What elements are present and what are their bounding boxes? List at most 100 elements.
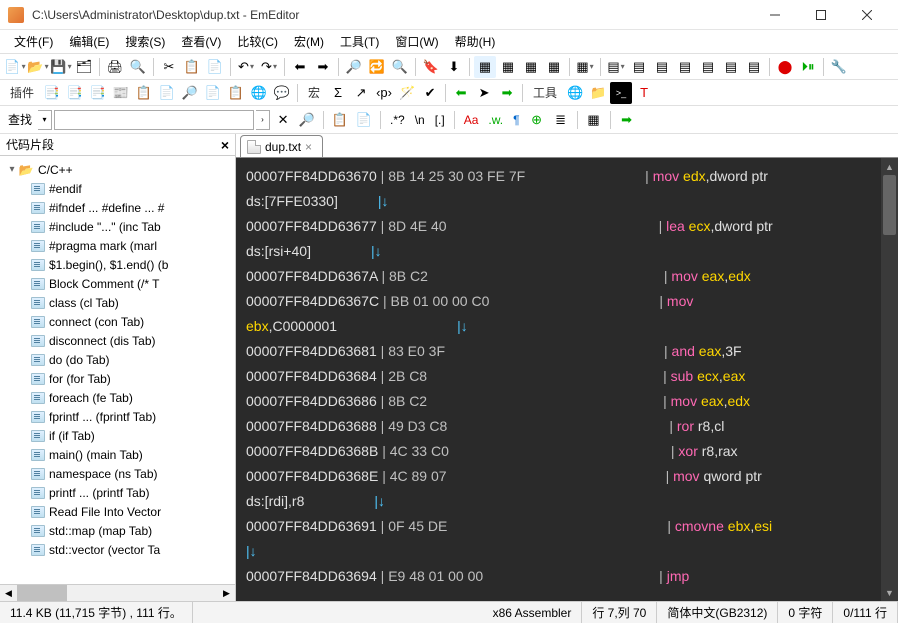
- snippet-item[interactable]: fprintf ... (fprintf Tab): [2, 407, 233, 426]
- tab-dup-txt[interactable]: dup.txt ×: [240, 135, 323, 157]
- menu-file[interactable]: 文件(F): [6, 31, 61, 52]
- find-input[interactable]: [54, 110, 254, 130]
- browser-button[interactable]: 🌐: [564, 82, 586, 104]
- plugin-6-button[interactable]: 📄: [156, 82, 178, 104]
- snippet-item[interactable]: $1.begin(), $1.end() (b: [2, 255, 233, 274]
- filter-6-button[interactable]: ▤: [720, 56, 742, 78]
- snippet-item[interactable]: #endif: [2, 179, 233, 198]
- print-preview-button[interactable]: 🔍: [127, 56, 149, 78]
- find-target-button[interactable]: ⊕: [526, 109, 548, 131]
- scroll-down-button[interactable]: ▼: [881, 584, 898, 601]
- macro-wand-button[interactable]: 🪄: [396, 82, 418, 104]
- scroll-left-button[interactable]: ◀: [0, 585, 17, 602]
- snippet-item[interactable]: foreach (fe Tab): [2, 388, 233, 407]
- find-list-button[interactable]: 📄: [353, 109, 375, 131]
- maximize-button[interactable]: [798, 0, 844, 30]
- bookmark-next-button[interactable]: ⬇: [443, 56, 465, 78]
- save-all-button[interactable]: 🗂: [73, 56, 95, 78]
- snippet-item[interactable]: connect (con Tab): [2, 312, 233, 331]
- snippet-item[interactable]: class (cl Tab): [2, 293, 233, 312]
- view-4-button[interactable]: ▦: [543, 56, 565, 78]
- tools-button[interactable]: 🔧: [828, 56, 850, 78]
- open-file-button[interactable]: 📂: [27, 56, 49, 78]
- snippet-item[interactable]: if (if Tab): [2, 426, 233, 445]
- folder-button[interactable]: 📁: [587, 82, 609, 104]
- find-go-button[interactable]: ➡: [616, 109, 638, 131]
- macro-check-button[interactable]: ✔: [419, 82, 441, 104]
- view-1-button[interactable]: ▦: [474, 56, 496, 78]
- menu-view[interactable]: 查看(V): [173, 31, 229, 52]
- menu-tools[interactable]: 工具(T): [332, 31, 387, 52]
- scroll-right-button[interactable]: ▶: [218, 585, 235, 602]
- status-lang[interactable]: x86 Assembler: [483, 602, 583, 623]
- redo-button[interactable]: ↷: [258, 56, 280, 78]
- plugin-8-button[interactable]: 📄: [202, 82, 224, 104]
- record-macro-button[interactable]: ⬤: [774, 56, 796, 78]
- snippet-item[interactable]: Read File Into Vector: [2, 502, 233, 521]
- snippet-item[interactable]: main() (main Tab): [2, 445, 233, 464]
- tab-close-icon[interactable]: ×: [305, 140, 312, 154]
- macro-back-button[interactable]: ⬅: [450, 82, 472, 104]
- expand-icon[interactable]: ▾: [6, 164, 18, 175]
- snippets-tree[interactable]: ▾ 📂 C/C++ #endif#ifndef ... #define ... …: [0, 156, 235, 584]
- plugin-9-button[interactable]: 📋: [225, 82, 247, 104]
- editor-scrollbar[interactable]: ▲ ▼: [881, 158, 898, 601]
- forward-button[interactable]: ➡: [312, 56, 334, 78]
- find-copy-button[interactable]: 📋: [329, 109, 351, 131]
- find-newline-button[interactable]: \n: [411, 113, 429, 127]
- plugin-1-button[interactable]: 📑: [41, 82, 63, 104]
- macro-cursor-button[interactable]: ➤: [473, 82, 495, 104]
- snippet-item[interactable]: #pragma mark (marl: [2, 236, 233, 255]
- find-bracket-button[interactable]: [.]: [431, 113, 449, 127]
- close-button[interactable]: [844, 0, 890, 30]
- filter-button[interactable]: ▤: [605, 56, 627, 78]
- menu-help[interactable]: 帮助(H): [447, 31, 504, 52]
- find-lines-button[interactable]: ≣: [550, 109, 572, 131]
- cut-button[interactable]: ✂: [158, 56, 180, 78]
- macro-arrow-button[interactable]: ↗: [350, 82, 372, 104]
- find-case-button[interactable]: Aa: [460, 113, 483, 127]
- csv-button[interactable]: ▦: [574, 56, 596, 78]
- snippet-item[interactable]: std::vector (vector Ta: [2, 540, 233, 559]
- print-button[interactable]: 🖨: [104, 56, 126, 78]
- find-replace-button[interactable]: 🔁: [366, 56, 388, 78]
- plugin-4-button[interactable]: 📰: [110, 82, 132, 104]
- find-word-button[interactable]: .w.: [484, 113, 507, 127]
- menu-macro[interactable]: 宏(M): [286, 31, 332, 52]
- find-para-button[interactable]: ¶: [509, 113, 523, 127]
- plugin-3-button[interactable]: 📑: [87, 82, 109, 104]
- find-in-files-button[interactable]: 🔍: [389, 56, 411, 78]
- cmd-button[interactable]: >_: [610, 82, 632, 104]
- filter-7-button[interactable]: ▤: [743, 56, 765, 78]
- snippet-item[interactable]: for (for Tab): [2, 369, 233, 388]
- snippet-item[interactable]: #include "..." (inc Tab: [2, 217, 233, 236]
- snippet-item[interactable]: do (do Tab): [2, 350, 233, 369]
- save-button[interactable]: 💾: [50, 56, 72, 78]
- macro-sigma-button[interactable]: Σ: [327, 82, 349, 104]
- snippet-item[interactable]: std::map (map Tab): [2, 521, 233, 540]
- plugin-5-button[interactable]: 📋: [133, 82, 155, 104]
- view-3-button[interactable]: ▦: [520, 56, 542, 78]
- back-button[interactable]: ⬅: [289, 56, 311, 78]
- snippet-item[interactable]: #ifndef ... #define ... #: [2, 198, 233, 217]
- play-macro-button[interactable]: ⏵⏸: [797, 56, 819, 78]
- filter-3-button[interactable]: ▤: [651, 56, 673, 78]
- scroll-up-button[interactable]: ▲: [881, 158, 898, 175]
- snippet-folder[interactable]: ▾ 📂 C/C++: [2, 160, 233, 179]
- status-encoding[interactable]: 简体中文(GB2312): [657, 602, 778, 623]
- code-editor[interactable]: 00007FF84DD63670 | 8B 14 25 30 03 FE 7F|…: [236, 158, 881, 601]
- snippet-item[interactable]: Block Comment (/* T: [2, 274, 233, 293]
- plugin-7-button[interactable]: 🔎: [179, 82, 201, 104]
- snippet-item[interactable]: namespace (ns Tab): [2, 464, 233, 483]
- macro-fwd-button[interactable]: ➡: [496, 82, 518, 104]
- find-view-button[interactable]: ▦: [583, 109, 605, 131]
- find-close-button[interactable]: ✕: [272, 109, 294, 131]
- scroll-thumb-v[interactable]: [883, 175, 896, 235]
- find-history-button[interactable]: ▾: [38, 110, 52, 130]
- scroll-thumb[interactable]: [17, 585, 67, 602]
- paste-button[interactable]: 📄: [204, 56, 226, 78]
- minimize-button[interactable]: [752, 0, 798, 30]
- copy-button[interactable]: 📋: [181, 56, 203, 78]
- find-button[interactable]: 🔎: [343, 56, 365, 78]
- menu-window[interactable]: 窗口(W): [387, 31, 446, 52]
